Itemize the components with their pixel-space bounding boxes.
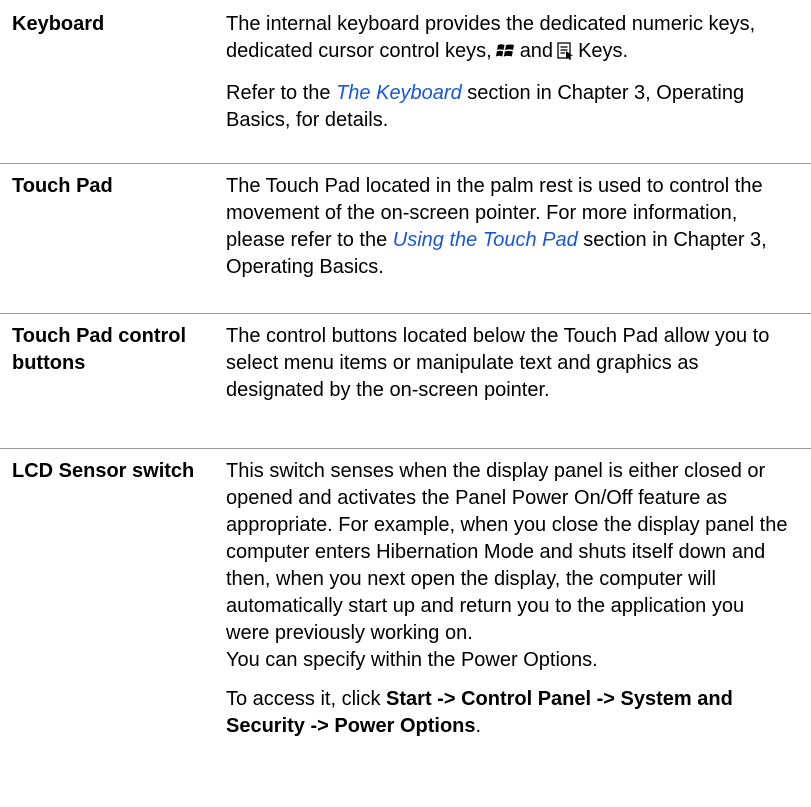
term-keyboard: Keyboard: [12, 13, 105, 35]
windows-key-icon: [495, 41, 516, 68]
text: The internal keyboard provides the dedic…: [226, 13, 756, 62]
text: You can specify within the Power Options…: [226, 649, 598, 671]
description-keyboard: The internal keyboard provides the dedic…: [225, 11, 811, 163]
text: .: [475, 715, 482, 737]
paragraph: This switch senses when the display pane…: [226, 458, 791, 674]
table-row-touch-pad-control-buttons: Touch Pad control buttons The control bu…: [0, 314, 811, 449]
paragraph: The internal keyboard provides the dedic…: [226, 11, 791, 68]
paragraph: The Touch Pad located in the palm rest i…: [226, 173, 791, 281]
paragraph: Refer to the The Keyboard section in Cha…: [226, 80, 791, 134]
text: Keys.: [578, 40, 629, 62]
term-lcd-sensor-switch: LCD Sensor switch: [12, 460, 195, 482]
description-touch-pad-control-buttons: The control buttons located below the To…: [225, 323, 811, 448]
definition-table: Keyboard The internal keyboard provides …: [0, 0, 811, 740]
term-touch-pad: Touch Pad: [12, 175, 113, 197]
text: This switch senses when the display pane…: [226, 460, 788, 644]
link-using-the-touch-pad[interactable]: Using the Touch Pad: [393, 229, 578, 251]
description-lcd-sensor-switch: This switch senses when the display pane…: [225, 458, 811, 740]
link-the-keyboard[interactable]: The Keyboard: [336, 82, 462, 104]
text: and: [519, 40, 554, 62]
term-touch-pad-control-buttons: Touch Pad control buttons: [12, 325, 187, 374]
description-touch-pad: The Touch Pad located in the palm rest i…: [225, 173, 811, 313]
application-key-icon: [557, 41, 574, 68]
table-row-keyboard: Keyboard The internal keyboard provides …: [0, 0, 811, 164]
table-row-touch-pad: Touch Pad The Touch Pad located in the p…: [0, 164, 811, 314]
text: To access it, click: [226, 688, 381, 710]
text: Refer to the: [226, 82, 331, 104]
paragraph: To access it, click Start -> Control Pan…: [226, 686, 791, 740]
table-row-lcd-sensor-switch: LCD Sensor switch This switch senses whe…: [0, 449, 811, 740]
paragraph: The control buttons located below the To…: [226, 325, 770, 401]
